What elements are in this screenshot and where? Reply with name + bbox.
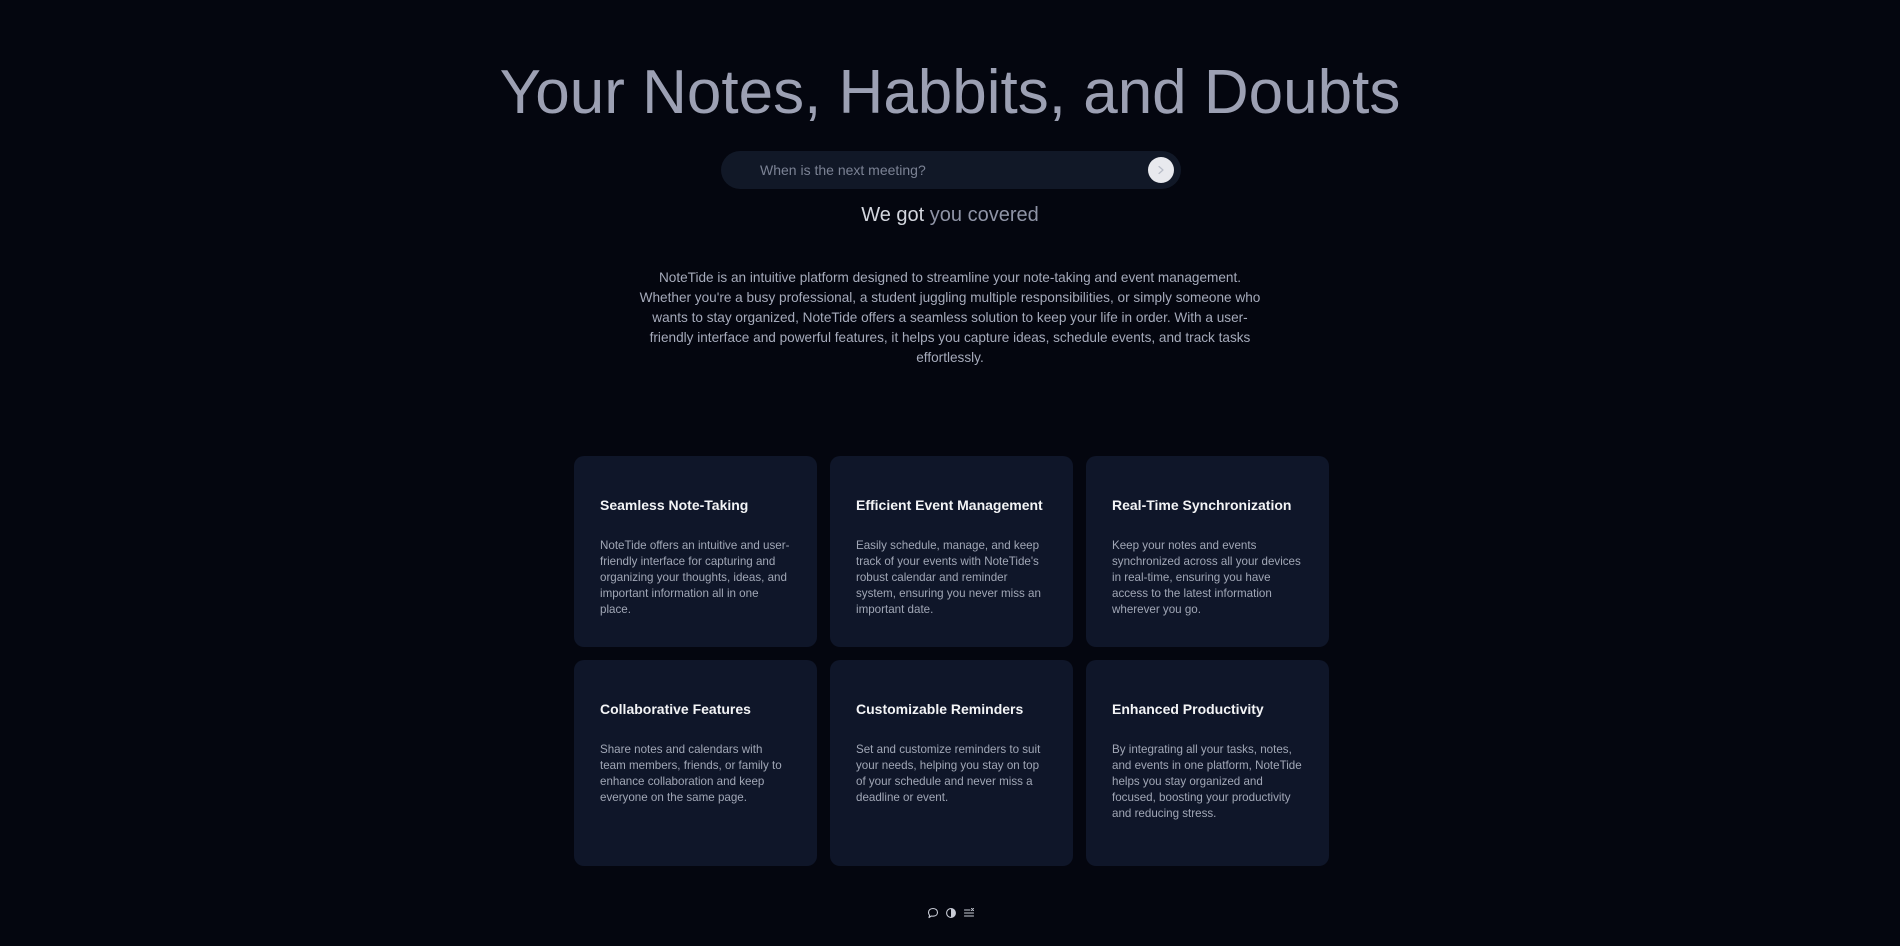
tagline-strong: We got: [861, 204, 925, 226]
hero-title: Your Notes, Habbits, and Doubts: [499, 58, 1401, 127]
feature-card-synchronization: Real-Time Synchronization Keep your note…: [1086, 456, 1329, 647]
feature-card-text: Keep your notes and events synchronized …: [1112, 539, 1301, 616]
feature-card-text: By integrating all your tasks, notes, an…: [1112, 743, 1302, 820]
search-bar: [721, 151, 1181, 189]
theme-toggle-button[interactable]: [943, 905, 959, 921]
tagline: We got you covered: [0, 203, 1900, 227]
feature-card-text: Set and customize reminders to suit your…: [856, 743, 1041, 804]
feature-card-title: Customizable Reminders: [856, 701, 1024, 717]
feature-card-title: Efficient Event Management: [856, 497, 1043, 513]
intro-paragraph: NoteTide is an intuitive platform design…: [639, 270, 1261, 365]
feature-card-collaboration: Collaborative Features Share notes and c…: [574, 660, 817, 866]
feature-card-note-taking: Seamless Note-Taking NoteTide offers an …: [574, 456, 817, 647]
feature-card-title: Seamless Note-Taking: [600, 497, 749, 513]
feature-card-title: Enhanced Productivity: [1112, 701, 1264, 717]
search-input[interactable]: [721, 151, 1148, 189]
feature-card-text: NoteTide offers an intuitive and user-fr…: [600, 539, 790, 616]
notes-list-icon: [963, 908, 975, 917]
feature-card-productivity: Enhanced Productivity By integrating all…: [1086, 660, 1329, 866]
feature-card-title: Collaborative Features: [600, 701, 751, 717]
tagline-soft: you covered: [924, 204, 1039, 226]
feature-card-event-management: Efficient Event Management Easily schedu…: [830, 456, 1073, 647]
chat-button[interactable]: [925, 905, 941, 921]
notes-list-button[interactable]: [961, 905, 977, 921]
bottom-dock: [920, 900, 982, 926]
chat-icon: [927, 907, 939, 919]
feature-card-title: Real-Time Synchronization: [1112, 497, 1292, 513]
feature-card-text: Easily schedule, manage, and keep track …: [856, 539, 1041, 616]
theme-toggle-icon: [946, 908, 956, 918]
feature-card-reminders: Customizable Reminders Set and customize…: [830, 660, 1073, 866]
arrow-right-icon: [1158, 165, 1164, 175]
feature-card-text: Share notes and calendars with team memb…: [600, 743, 782, 804]
landing-page: Your Notes, Habbits, and Doubts We got y…: [0, 0, 1900, 946]
send-button[interactable]: [1148, 157, 1174, 183]
